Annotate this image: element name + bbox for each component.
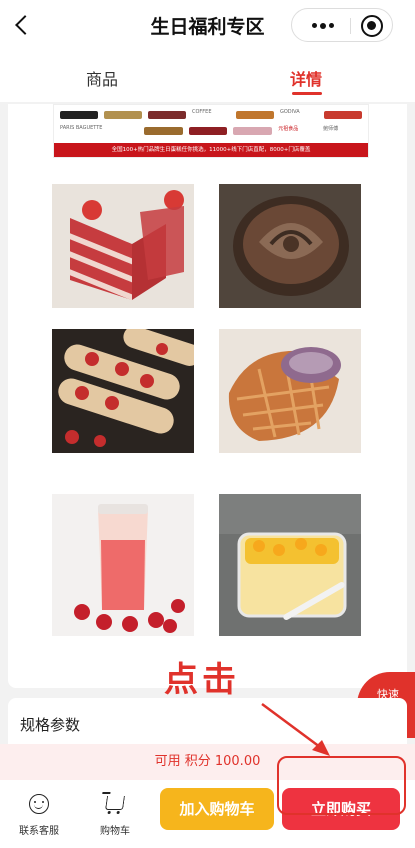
strawberry-eclairs-image [52, 329, 194, 453]
specs-section: 规格参数 [8, 698, 407, 748]
cart-button[interactable]: 购物车 [80, 790, 150, 838]
brand-logo [324, 111, 362, 119]
brand-logo [148, 111, 186, 119]
mango-box-image [219, 494, 361, 636]
add-to-cart-button[interactable]: 加入购物车 [160, 788, 274, 830]
brand-banner-image: COFFEE GODIVA PARIS BAGUETTE 元祖食品 鲍师傅 全国… [53, 104, 369, 158]
specs-title: 规格参数 [20, 716, 81, 734]
top-bar: 生日福利专区 [0, 0, 415, 52]
brand-logo [104, 111, 142, 119]
brand-logo [188, 127, 228, 135]
brand-logo: 元祖食品 [278, 126, 299, 132]
taro-danish-image [219, 329, 361, 453]
tab-detail[interactable]: 详情 [290, 66, 322, 90]
brand-logo: PARIS BAGUETTE [60, 125, 103, 131]
brand-logo [60, 111, 98, 119]
contact-service-label: 联系客服 [19, 826, 59, 837]
tab-goods[interactable]: 商品 [86, 66, 118, 90]
annotation-arrow-icon [261, 702, 330, 756]
brand-logo-row: PARIS BAGUETTE 元祖食品 鲍师傅 [60, 125, 362, 137]
active-tab-indicator [292, 92, 322, 95]
brand-logo [233, 127, 273, 135]
brand-logo: GODIVA [280, 109, 300, 115]
tab-bar: 商品 详情 [0, 52, 415, 102]
brand-logo-row: COFFEE GODIVA [60, 109, 362, 121]
chocolate-pastry-image [219, 184, 361, 308]
more-icon[interactable] [304, 9, 342, 41]
cart-label: 购物车 [100, 826, 130, 837]
brand-logo [236, 111, 274, 119]
close-miniprogram-icon[interactable] [361, 15, 383, 37]
brand-logo: 鲍师傅 [323, 126, 339, 132]
annotation-highlight-box [277, 756, 406, 815]
strawberry-drink-image [52, 494, 194, 636]
capsule-divider [350, 18, 351, 34]
cart-icon [105, 796, 125, 810]
mini-program-capsule [291, 8, 393, 42]
brand-logo: COFFEE [192, 109, 212, 115]
annotation-click-text: 点击 [164, 660, 240, 700]
contact-service-button[interactable]: 联系客服 [4, 790, 74, 838]
red-velvet-cake-image [52, 184, 194, 308]
customer-service-icon [29, 794, 49, 814]
brand-logo [143, 127, 183, 135]
brand-strip-text: 全国100+热门品牌生日蛋糕任你挑选，11000+线下门店直配，8000+门店覆… [54, 143, 368, 157]
detail-content[interactable]: COFFEE GODIVA PARIS BAGUETTE 元祖食品 鲍师傅 全国… [8, 104, 407, 688]
